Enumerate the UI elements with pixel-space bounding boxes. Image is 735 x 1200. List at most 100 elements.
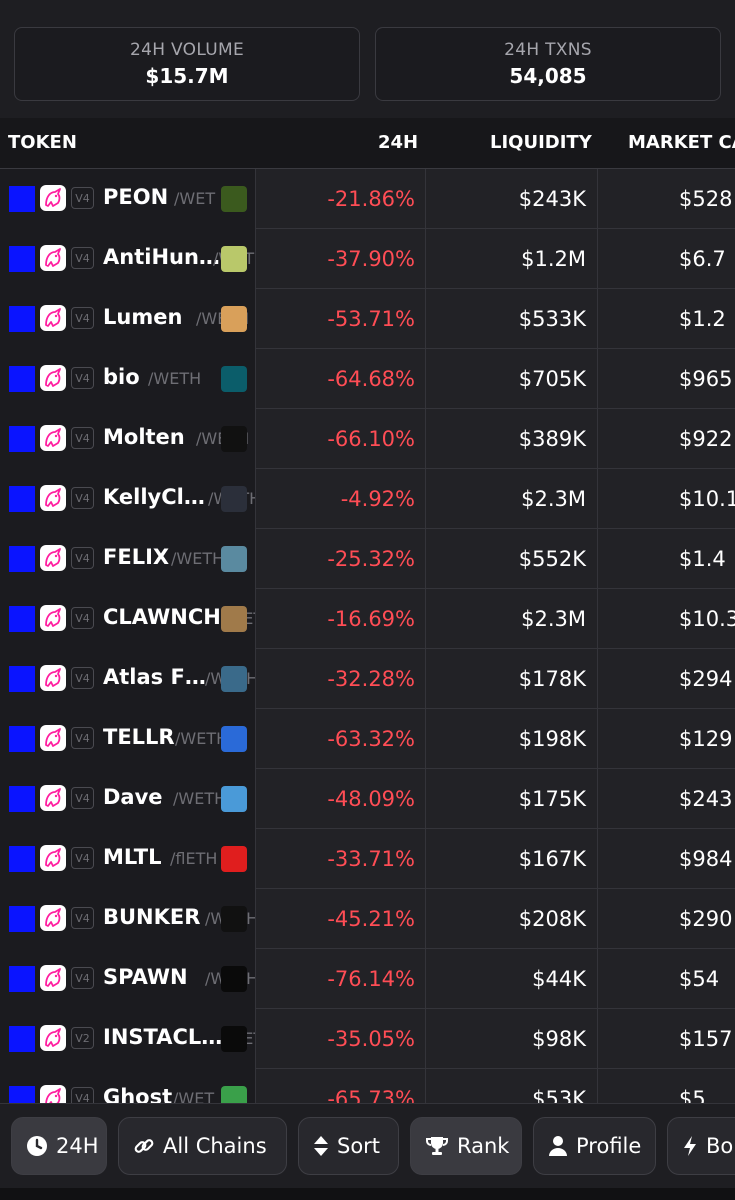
volume-label: 24H VOLUME xyxy=(129,40,244,60)
change-cell: -21.86% xyxy=(256,169,426,229)
liquidity-cell: $198K xyxy=(426,709,598,769)
table-row[interactable]: V4Lumen/WETH-53.71%$533K$1.2 xyxy=(0,289,735,349)
link-icon xyxy=(133,1135,155,1157)
token-cell: V4BUNKER/WETH xyxy=(0,889,256,949)
market-cap-value: $10.1 xyxy=(679,487,735,511)
uniswap-icon xyxy=(40,425,66,451)
table-row[interactable]: V4BUNKER/WETH-45.21%$208K$290 xyxy=(0,889,735,949)
uniswap-icon xyxy=(40,485,66,511)
market-cap-cell: $965 xyxy=(598,349,735,409)
clock-icon xyxy=(26,1135,48,1157)
change-cell: -25.32% xyxy=(256,529,426,589)
table-row[interactable]: V4 Dave/WETH -48.09% $175K $243 xyxy=(0,769,735,829)
market-cap-cell: $157 xyxy=(598,1009,735,1069)
token-pair: /WETH xyxy=(148,369,202,388)
header-token[interactable]: TOKEN xyxy=(8,132,77,153)
market-cap-cell: $1.4 xyxy=(598,529,735,589)
table-row[interactable]: V2INSTACL…/WETH-35.05%$98K$157 xyxy=(0,1009,735,1069)
market-cap-value: $10.3 xyxy=(679,607,735,631)
chain-icon xyxy=(9,966,35,992)
bottom-toolbar: 24H All Chains Sort Rank Profile Bo xyxy=(0,1103,735,1189)
market-cap-cell: $528 xyxy=(598,169,735,229)
liquidity-cell: $552K xyxy=(426,529,598,589)
liquidity-cell: $175K xyxy=(426,769,598,829)
sort-button[interactable]: Sort xyxy=(298,1117,399,1175)
rank-button[interactable]: Rank xyxy=(410,1117,522,1175)
header-24h[interactable]: 24H xyxy=(378,132,418,153)
table-row[interactable]: V4Atlas F…/WETH-32.28%$178K$294 xyxy=(0,649,735,709)
change-cell: -32.28% xyxy=(256,649,426,709)
uniswap-icon xyxy=(40,725,66,751)
minion-logo-icon xyxy=(221,786,247,812)
table-row[interactable]: V4 FELIX/WETH -25.32% $552K $1.4 xyxy=(0,529,735,589)
m-logo-icon xyxy=(221,846,247,872)
chain-icon xyxy=(9,906,35,932)
market-cap-cell: $129 xyxy=(598,709,735,769)
liquidity-cell: $1.2M xyxy=(426,229,598,289)
time-filter-button[interactable]: 24H xyxy=(11,1117,107,1175)
raccoon-logo-icon xyxy=(221,906,247,932)
change-cell: -4.92% xyxy=(256,469,426,529)
stats-header: 24H VOLUME $15.7M 24H TXNS 54,085 xyxy=(0,0,735,118)
market-cap-cell: $294 xyxy=(598,649,735,709)
token-name: SPAWN xyxy=(103,965,188,989)
table-row[interactable]: V4 bio/WETH -64.68% $705K $965 xyxy=(0,349,735,409)
token-cell: V4Molten/WETH xyxy=(0,409,256,469)
version-badge: V4 xyxy=(71,487,94,509)
table-row[interactable]: V4 Ghost/WET -65.73% $53K $5 xyxy=(0,1069,735,1103)
change-cell: -37.90% xyxy=(256,229,426,289)
uniswap-icon xyxy=(40,245,66,271)
table-row[interactable]: V4Molten/WETH-66.10%$389K$922 xyxy=(0,409,735,469)
market-cap-cell: $922 xyxy=(598,409,735,469)
market-cap-cell: $984 xyxy=(598,829,735,889)
table-row[interactable]: V4SPAWN/WETH-76.14%$44K$54 xyxy=(0,949,735,1009)
token-name: BUNKER xyxy=(103,905,201,929)
crab-logo-icon xyxy=(221,1026,247,1052)
token-cell: V4 Ghost/WET xyxy=(0,1069,256,1103)
token-name: Atlas F… xyxy=(103,665,206,689)
version-badge: V4 xyxy=(71,427,94,449)
orb-logo-icon xyxy=(221,306,247,332)
market-cap-value: $54 xyxy=(679,967,720,991)
table-row[interactable]: V4CLAWNCH/WETH-16.69%$2.3M$10.3 xyxy=(0,589,735,649)
boost-button[interactable]: Bo xyxy=(667,1117,735,1175)
liquidity-cell: $167K xyxy=(426,829,598,889)
market-cap-value: $294 xyxy=(679,667,733,691)
market-cap-cell: $1.2 xyxy=(598,289,735,349)
token-name: KellyCl… xyxy=(103,485,205,509)
token-name: PEON xyxy=(103,185,169,209)
change-cell: -48.09% xyxy=(256,769,426,829)
volume-value: $15.7M xyxy=(145,64,229,88)
token-name: CLAWNCH xyxy=(103,605,221,629)
profile-button[interactable]: Profile xyxy=(533,1117,656,1175)
version-badge: V4 xyxy=(71,787,94,809)
header-liquidity[interactable]: LIQUIDITY xyxy=(490,132,592,153)
chains-filter-button[interactable]: All Chains xyxy=(118,1117,287,1175)
chain-icon xyxy=(9,366,35,392)
table-row[interactable]: V4AntiHun…/WETH-37.90%$1.2M$6.7 xyxy=(0,229,735,289)
liquidity-cell: $705K xyxy=(426,349,598,409)
pixel-avatar-logo-icon xyxy=(221,546,247,572)
version-badge: V4 xyxy=(71,1087,94,1103)
token-table: TOKEN 24H LIQUIDITY MARKET CA V4 PEON/WET… xyxy=(0,118,735,1103)
table-row[interactable]: V4 MLTL/flETH -33.71% $167K $984 xyxy=(0,829,735,889)
chain-icon xyxy=(9,666,35,692)
token-name: Lumen xyxy=(103,305,183,329)
token-cell: V4 TELLR/WETH xyxy=(0,709,256,769)
txns-card: 24H TXNS 54,085 xyxy=(375,27,721,101)
chain-icon xyxy=(9,546,35,572)
header-market-cap[interactable]: MARKET CA xyxy=(628,132,735,153)
chain-icon xyxy=(9,786,35,812)
token-name: MLTL xyxy=(103,845,162,869)
uniswap-icon xyxy=(40,1085,66,1103)
liquidity-cell: $208K xyxy=(426,889,598,949)
table-row[interactable]: V4 PEON/WET -21.86% $243K $528 xyxy=(0,169,735,229)
table-row[interactable]: V4KellyCl…/WETH-4.92%$2.3M$10.1 xyxy=(0,469,735,529)
user-icon xyxy=(548,1135,568,1157)
profile-label: Profile xyxy=(576,1134,642,1158)
table-row[interactable]: V4 TELLR/WETH -63.32% $198K $129 xyxy=(0,709,735,769)
market-cap-value: $243 xyxy=(679,787,733,811)
uniswap-icon xyxy=(40,785,66,811)
change-cell: -66.10% xyxy=(256,409,426,469)
market-cap-cell: $6.7 xyxy=(598,229,735,289)
